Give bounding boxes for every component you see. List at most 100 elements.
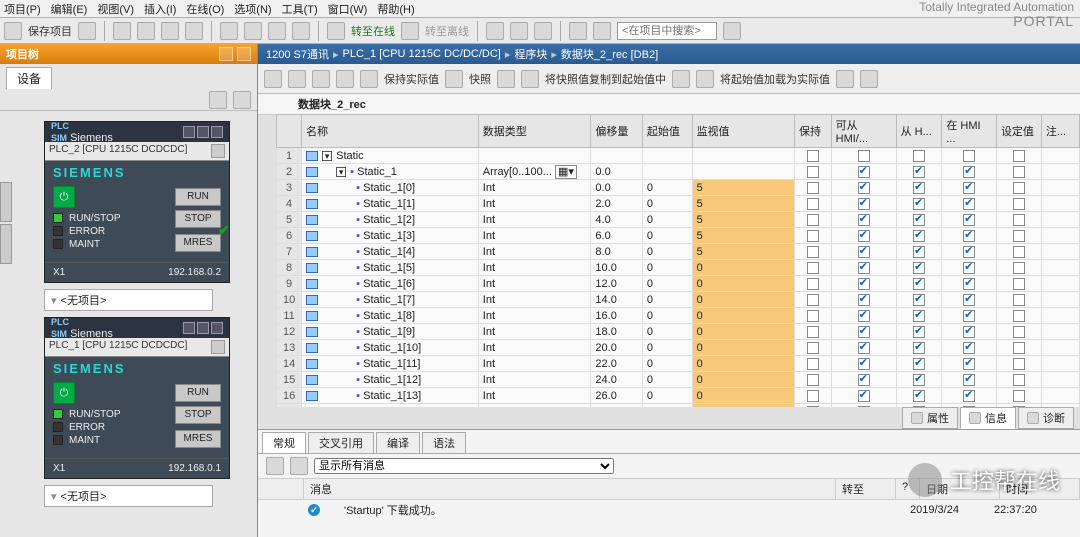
table-row[interactable]: 3 ▪ Static_1[0] Int 0.00 5 <box>277 180 1080 196</box>
checkbox[interactable] <box>1013 294 1025 306</box>
checkbox[interactable] <box>963 198 975 210</box>
go-online-button[interactable]: 转至在线 <box>351 23 395 39</box>
menu-item[interactable]: 在线(O) <box>186 1 224 17</box>
table-row[interactable]: 6 ▪ Static_1[3] Int 6.00 5 <box>277 228 1080 244</box>
column-header[interactable]: 偏移量 <box>591 115 643 148</box>
load-start-icon[interactable] <box>672 70 690 88</box>
checkbox[interactable] <box>858 310 870 322</box>
checkbox[interactable] <box>858 230 870 242</box>
download-icon[interactable] <box>268 22 286 40</box>
upload-icon[interactable] <box>292 22 310 40</box>
table-row[interactable]: 13 ▪ Static_1[10] Int 20.00 0 <box>277 340 1080 356</box>
checkbox[interactable] <box>1013 358 1025 370</box>
checkbox[interactable] <box>963 310 975 322</box>
checkbox[interactable] <box>913 150 925 162</box>
et-icon-1[interactable] <box>264 70 282 88</box>
checkbox[interactable] <box>1013 326 1025 338</box>
checkbox[interactable] <box>913 358 925 370</box>
cut-icon[interactable] <box>113 22 131 40</box>
tb-icon-b[interactable] <box>510 22 528 40</box>
checkbox[interactable] <box>807 294 819 306</box>
et-icon-3[interactable] <box>312 70 330 88</box>
table-row[interactable]: 8 ▪ Static_1[5] Int 10.00 0 <box>277 260 1080 276</box>
menu-item[interactable]: 项目(P) <box>4 1 41 17</box>
checkbox[interactable] <box>858 374 870 386</box>
checkbox[interactable] <box>963 214 975 226</box>
checkbox[interactable] <box>807 166 819 178</box>
checkbox[interactable] <box>858 150 870 162</box>
menu-item[interactable]: 视图(V) <box>97 1 134 17</box>
snapshot-icon[interactable] <box>445 70 463 88</box>
breadcrumb-item[interactable]: 数据块_2_rec [DB2] <box>561 46 658 62</box>
checkbox[interactable] <box>913 246 925 258</box>
checkbox[interactable] <box>858 342 870 354</box>
checkbox[interactable] <box>913 230 925 242</box>
checkbox[interactable] <box>963 326 975 338</box>
pin-icon[interactable] <box>197 322 209 334</box>
tree-tool-b-icon[interactable] <box>233 91 251 109</box>
print-icon[interactable] <box>78 22 96 40</box>
checkbox[interactable] <box>858 326 870 338</box>
tree-view-icon[interactable] <box>219 47 233 61</box>
checkbox[interactable] <box>858 358 870 370</box>
redo-icon[interactable] <box>244 22 262 40</box>
table-row[interactable]: 14 ▪ Static_1[11] Int 22.00 0 <box>277 356 1080 372</box>
snapshot-button[interactable]: 快照 <box>469 71 491 87</box>
et-icon-4[interactable] <box>336 70 354 88</box>
tree-tool-a-icon[interactable] <box>209 91 227 109</box>
checkbox[interactable] <box>963 230 975 242</box>
minimize-icon[interactable] <box>183 126 195 138</box>
copy-snap-icon[interactable] <box>497 70 515 88</box>
search-input[interactable] <box>617 22 717 40</box>
checkbox[interactable] <box>1013 150 1025 162</box>
table-row[interactable]: 10 ▪ Static_1[7] Int 14.00 0 <box>277 292 1080 308</box>
device-tab[interactable]: 设备 <box>6 67 52 89</box>
menu-item[interactable]: 插入(I) <box>144 1 176 17</box>
checkbox[interactable] <box>913 166 925 178</box>
checkbox[interactable] <box>858 166 870 178</box>
close-icon[interactable] <box>211 322 223 334</box>
checkbox[interactable] <box>963 182 975 194</box>
checkbox[interactable] <box>807 406 819 407</box>
checkbox[interactable] <box>858 182 870 194</box>
checkbox[interactable] <box>913 262 925 274</box>
checkbox[interactable] <box>858 246 870 258</box>
column-header[interactable]: 数据类型 <box>478 115 591 148</box>
et-icon-end2[interactable] <box>860 70 878 88</box>
checkbox[interactable] <box>913 390 925 402</box>
checkbox[interactable] <box>1013 310 1025 322</box>
config-icon[interactable] <box>211 144 225 158</box>
side-handle-1[interactable] <box>0 182 12 222</box>
checkbox[interactable] <box>1013 262 1025 274</box>
checkbox[interactable] <box>1013 198 1025 210</box>
table-row[interactable]: 9 ▪ Static_1[6] Int 12.00 0 <box>277 276 1080 292</box>
load-start-button[interactable]: 将起始值加载为实际值 <box>720 71 830 87</box>
close-icon[interactable] <box>211 126 223 138</box>
checkbox[interactable] <box>963 342 975 354</box>
copy-snap-icon2[interactable] <box>521 70 539 88</box>
checkbox[interactable] <box>913 198 925 210</box>
tree-collapse-icon[interactable] <box>237 47 251 61</box>
table-row[interactable]: 12 ▪ Static_1[9] Int 18.00 0 <box>277 324 1080 340</box>
checkbox[interactable] <box>1013 390 1025 402</box>
checkbox[interactable] <box>963 358 975 370</box>
search-go-icon[interactable] <box>723 22 741 40</box>
checkbox[interactable] <box>963 278 975 290</box>
type-picker-icon[interactable]: ▦▾ <box>555 165 577 179</box>
checkbox[interactable] <box>913 278 925 290</box>
checkbox[interactable] <box>807 230 819 242</box>
inspector-tab[interactable]: 属性 <box>902 407 958 429</box>
pin-icon[interactable] <box>197 126 209 138</box>
column-header[interactable]: 可从 HMI/... <box>831 115 896 148</box>
breadcrumb-item[interactable]: PLC_1 [CPU 1215C DC/DC/DC] <box>343 48 501 60</box>
power-button[interactable]: ⏻ <box>53 186 75 208</box>
checkbox[interactable] <box>963 166 975 178</box>
et-icon-2[interactable] <box>288 70 306 88</box>
checkbox[interactable] <box>913 214 925 226</box>
table-row[interactable]: 11 ▪ Static_1[8] Int 16.00 0 <box>277 308 1080 324</box>
checkbox[interactable] <box>807 374 819 386</box>
checkbox[interactable] <box>807 310 819 322</box>
column-header[interactable]: 监视值 <box>692 115 794 148</box>
run-button[interactable]: RUN <box>175 188 221 206</box>
no-project-item[interactable]: ▾<无项目> <box>44 289 213 311</box>
